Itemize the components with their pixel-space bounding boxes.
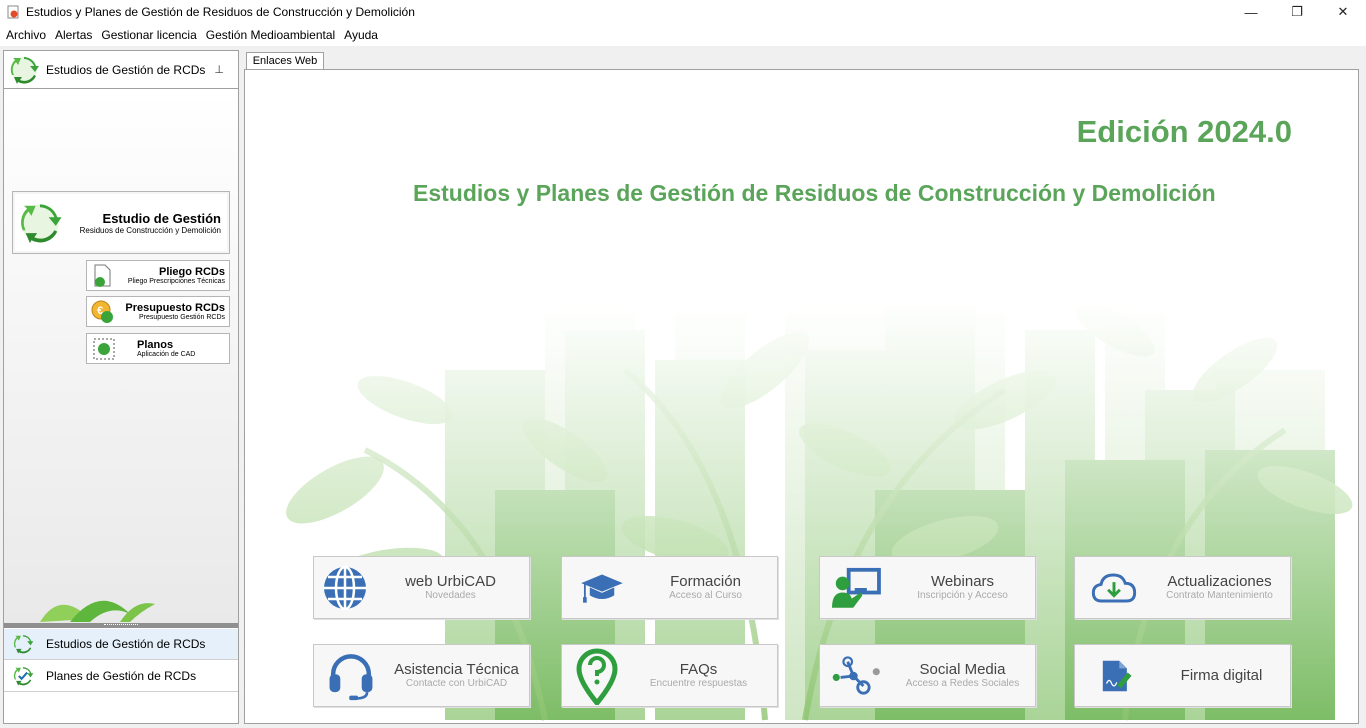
recycle-icon bbox=[10, 56, 39, 84]
pliego-title: Pliego RCDs bbox=[158, 265, 225, 278]
document-recycle-icon bbox=[94, 264, 111, 287]
faqs-subtitle: Encuentre respuestas bbox=[649, 678, 748, 689]
asistencia-tecnica-button[interactable]: Asistencia Técnica Contacte con UrbiCAD bbox=[313, 644, 530, 707]
webinars-title: Webinars bbox=[930, 573, 995, 590]
asistencia-tecnica-subtitle: Contacte con UrbiCAD bbox=[405, 678, 508, 689]
actualizaciones-subtitle: Contrato Mantenimiento bbox=[1166, 590, 1273, 601]
formacion-subtitle: Acceso al Curso bbox=[669, 590, 742, 601]
recycle-icon bbox=[13, 635, 34, 654]
window-title: Estudios y Planes de Gestión de Residuos… bbox=[26, 5, 415, 19]
green-city-illustration bbox=[245, 70, 1358, 723]
presupuesto-title: Presupuesto RCDs bbox=[125, 301, 225, 314]
social-media-title: Social Media bbox=[919, 661, 1006, 678]
presenter-icon bbox=[832, 567, 881, 608]
maximize-button[interactable]: ❐ bbox=[1274, 0, 1320, 24]
asistencia-tecnica-title: Asistencia Técnica bbox=[394, 661, 519, 678]
leaves-decoration bbox=[40, 600, 155, 622]
web-urbicad-subtitle: Novedades bbox=[425, 590, 476, 601]
menu-bar: Archivo Alertas Gestionar licencia Gesti… bbox=[0, 24, 1366, 46]
nav-planes[interactable]: Planes de Gestión de RCDs bbox=[4, 661, 238, 692]
formacion-button[interactable]: Formación Acceso al Curso bbox=[561, 556, 778, 619]
planos-button[interactable]: Planos Aplicación de CAD bbox=[86, 333, 230, 364]
planos-subtitle: Aplicación de CAD bbox=[137, 350, 196, 358]
nav-estudios-label: Estudios de Gestión de RCDs bbox=[46, 637, 206, 651]
actualizaciones-button[interactable]: Actualizaciones Contrato Mantenimiento bbox=[1074, 556, 1291, 619]
pliego-subtitle: Pliego Prescripciones Técnicas bbox=[127, 277, 225, 285]
menu-ayuda[interactable]: Ayuda bbox=[340, 28, 382, 42]
app-icon bbox=[7, 5, 19, 19]
globe-icon bbox=[324, 565, 366, 610]
coin-recycle-icon: € bbox=[91, 300, 113, 323]
menu-gestion-medioambiental[interactable]: Gestión Medioambiental bbox=[202, 28, 339, 42]
left-panel: Estudios de Gestión de RCDs ⊥ Estudio de… bbox=[3, 50, 239, 724]
panel-body: Estudio de Gestión Residuos de Construcc… bbox=[4, 90, 238, 623]
menu-gestionar-licencia[interactable]: Gestionar licencia bbox=[97, 28, 200, 42]
menu-alertas[interactable]: Alertas bbox=[51, 28, 96, 42]
social-media-button[interactable]: Social Media Acceso a Redes Sociales bbox=[819, 644, 1036, 707]
estudio-gestion-button[interactable]: Estudio de Gestión Residuos de Construcc… bbox=[12, 191, 230, 254]
question-pin-icon bbox=[576, 648, 618, 705]
digital-signature-icon bbox=[1102, 660, 1132, 691]
firma-digital-button[interactable]: Firma digital bbox=[1074, 644, 1291, 707]
main-panel: Edición 2024.0 Estudios y Planes de Gest… bbox=[244, 69, 1359, 724]
webinars-button[interactable]: Webinars Inscripción y Acceso bbox=[819, 556, 1036, 619]
estudio-gestion-subtitle: Residuos de Construcción y Demolición bbox=[79, 225, 221, 235]
tab-enlaces-web[interactable]: Enlaces Web bbox=[246, 52, 324, 69]
share-network-icon bbox=[832, 655, 880, 695]
title-bar: Estudios y Planes de Gestión de Residuos… bbox=[0, 0, 1366, 24]
splitter-grip bbox=[104, 624, 138, 627]
webinars-subtitle: Inscripción y Acceso bbox=[917, 590, 1008, 601]
web-urbicad-button[interactable]: web UrbiCAD Novedades bbox=[313, 556, 530, 619]
firma-digital-title: Firma digital bbox=[1180, 667, 1263, 684]
menu-archivo[interactable]: Archivo bbox=[2, 28, 50, 42]
formacion-title: Formación bbox=[670, 573, 741, 590]
social-media-subtitle: Acceso a Redes Sociales bbox=[905, 678, 1020, 689]
edition-label: Edición 2024.0 bbox=[1076, 114, 1292, 149]
presupuesto-subtitle: Presupuesto Gestión RCDs bbox=[139, 313, 225, 321]
panel-header: Estudios de Gestión de RCDs ⊥ bbox=[4, 51, 238, 89]
faqs-button[interactable]: FAQs Encuentre respuestas bbox=[561, 644, 778, 707]
actualizaciones-title: Actualizaciones bbox=[1167, 573, 1272, 590]
cloud-download-icon bbox=[1091, 573, 1137, 602]
recycle-check-icon bbox=[13, 667, 34, 686]
planos-title: Planos bbox=[137, 338, 174, 351]
graduation-cap-icon bbox=[581, 574, 623, 603]
faqs-title: FAQs bbox=[679, 661, 718, 678]
presupuesto-button[interactable]: € Presupuesto RCDs Presupuesto Gestión R… bbox=[86, 296, 230, 327]
minimize-button[interactable]: — bbox=[1228, 0, 1274, 24]
headset-icon bbox=[329, 653, 373, 700]
panel-header-label: Estudios de Gestión de RCDs bbox=[46, 62, 206, 77]
pin-icon[interactable]: ⊥ bbox=[214, 63, 224, 76]
recycle-icon bbox=[21, 203, 62, 243]
estudio-gestion-title: Estudio de Gestión bbox=[102, 210, 221, 226]
nav-planes-label: Planes de Gestión de RCDs bbox=[46, 669, 197, 683]
pliego-button[interactable]: Pliego RCDs Pliego Prescripciones Técnic… bbox=[86, 260, 230, 291]
app-subtitle: Estudios y Planes de Gestión de Residuos… bbox=[413, 180, 1216, 206]
close-button[interactable]: ✕ bbox=[1320, 0, 1366, 24]
cad-plan-icon bbox=[93, 338, 115, 359]
web-urbicad-title: web UrbiCAD bbox=[405, 573, 496, 590]
nav-estudios[interactable]: Estudios de Gestión de RCDs bbox=[4, 629, 238, 660]
